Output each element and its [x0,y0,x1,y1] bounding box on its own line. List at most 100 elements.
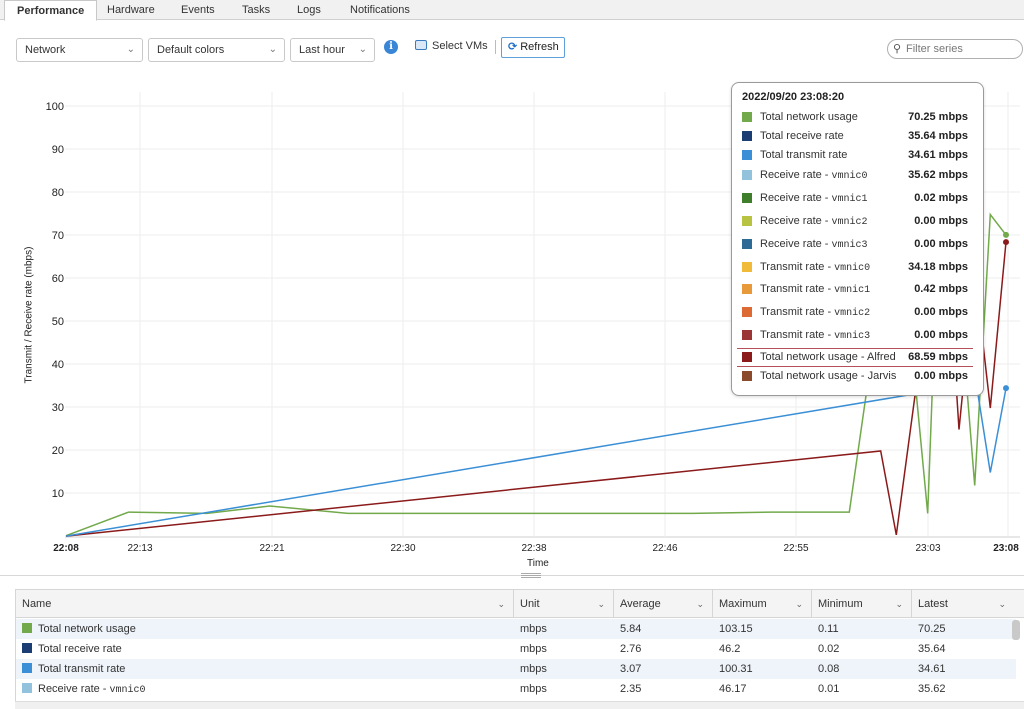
tooltip-series-name: Transmit rate - vmnic3 [760,329,871,342]
tooltip-row: Receive rate - vmnic2 0.00 mbps [742,213,978,229]
chevron-down-icon: ⌄ [268,44,277,55]
metric-select-value: Network [25,44,66,56]
series-swatch [742,307,752,317]
cell-average: 3.07 [620,663,642,675]
series-swatch [22,643,32,653]
cell-maximum: 100.31 [719,663,753,675]
filter-series-placeholder: Filter series [906,43,963,55]
time-range-select[interactable]: Last hour ⌄ [290,38,375,62]
table-scrollbar[interactable] [1012,620,1020,640]
column-header-unit[interactable]: Unit ⌄ [514,590,614,618]
chevron-down-icon: ⌄ [597,599,605,609]
y-tick: 90 [52,144,64,156]
tab-hardware[interactable]: Hardware [107,0,155,20]
color-select-value: Default colors [157,44,225,56]
y-tick: 40 [52,359,64,371]
cell-latest: 35.64 [918,643,946,655]
tooltip-row: Total network usage - Alfred 68.59 mbps [742,349,978,365]
table-footer [15,701,1024,709]
tooltip-row: Transmit rate - vmnic3 0.00 mbps [742,327,978,343]
series-swatch [742,216,752,226]
color-select[interactable]: Default colors ⌄ [148,38,285,62]
tooltip-series-name: Receive rate - vmnic0 [760,169,868,182]
tab-notifications[interactable]: Notifications [350,0,410,20]
filter-series-input[interactable]: ⚲ Filter series [887,39,1023,59]
tooltip-series-value: 0.00 mbps [914,215,968,227]
cell-unit: mbps [520,643,547,655]
tooltip-series-name: Total transmit rate [760,149,848,161]
chevron-down-icon: ⌄ [497,599,505,609]
x-tick: 22:38 [521,543,546,554]
chevron-down-icon: ⌄ [696,599,704,609]
chart-tooltip: 2022/09/20 23:08:20 Total network usage 7… [731,82,984,396]
refresh-button[interactable]: ⟳ Refresh [501,37,565,58]
series-table: Name ⌄ Unit ⌄ Average ⌄ Maximum ⌄ Minimum ⌄ L… [15,589,1024,709]
y-axis-ticks: 10 20 30 40 50 60 70 80 90 100 [46,101,64,500]
table-row[interactable]: Total network usage mbps 5.84 103.15 0.1… [16,619,1016,639]
series-swatch [742,193,752,203]
refresh-label: Refresh [520,41,559,53]
series-swatch [742,284,752,294]
tooltip-series-name: Transmit rate - vmnic1 [760,283,871,296]
panel-splitter[interactable] [0,575,1024,576]
tab-tasks[interactable]: Tasks [242,0,270,20]
tooltip-series-value: 0.00 mbps [914,370,968,382]
series-swatch [742,150,752,160]
column-header-minimum[interactable]: Minimum ⌄ [812,590,912,618]
cell-average: 5.84 [620,623,642,635]
cell-minimum: 0.01 [818,683,840,695]
column-header-average[interactable]: Average ⌄ [614,590,713,618]
series-swatch [742,170,752,180]
tooltip-series-name: Receive rate - vmnic1 [760,192,868,205]
column-header-latest[interactable]: Latest ⌄ [912,590,1024,618]
tooltip-series-value: 0.02 mbps [914,192,968,204]
series-swatch [742,112,752,122]
tab-events[interactable]: Events [181,0,215,20]
column-header-maximum[interactable]: Maximum ⌄ [713,590,812,618]
toolbar-divider [495,40,496,54]
x-axis-label: Time [527,558,549,569]
series-point [1003,231,1009,238]
chevron-down-icon: ⌄ [998,599,1006,609]
cell-latest: 34.61 [918,663,946,675]
tooltip-series-name: Transmit rate - vmnic2 [760,306,871,319]
series-swatch [742,239,752,249]
series-swatch [22,683,32,693]
tooltip-series-name: Receive rate - vmnic2 [760,215,868,228]
cell-name: Total network usage [22,619,136,639]
table-row[interactable]: Total transmit rate mbps 3.07 100.31 0.0… [16,659,1016,679]
cell-name: Total transmit rate [22,659,125,679]
select-vms-label: Select VMs [432,40,488,52]
tooltip-series-name: Total receive rate [760,130,844,142]
y-tick: 20 [52,445,64,457]
series-swatch [742,131,752,141]
splitter-grip-icon[interactable] [521,573,541,579]
tab-performance[interactable]: Performance [4,0,98,21]
cell-unit: mbps [520,623,547,635]
tooltip-series-value: 34.61 mbps [908,149,968,161]
chevron-down-icon: ⌄ [895,599,903,609]
cell-minimum: 0.08 [818,663,840,675]
cell-latest: 35.62 [918,683,946,695]
y-tick: 60 [52,273,64,285]
y-tick: 80 [52,187,64,199]
x-tick: 23:03 [915,543,940,554]
select-vms-button[interactable]: Select VMs [415,40,488,56]
refresh-icon: ⟳ [508,41,518,53]
x-tick: 22:13 [127,543,152,554]
table-row[interactable]: Receive rate - vmnic0 mbps 2.35 46.17 0.… [16,679,1016,699]
column-header-name[interactable]: Name ⌄ [16,590,514,618]
metric-select[interactable]: Network ⌄ [16,38,143,62]
series-swatch [742,262,752,272]
table-row[interactable]: Total receive rate mbps 2.76 46.2 0.02 3… [16,639,1016,659]
y-tick: 70 [52,230,64,242]
x-axis-ticks: 22:08 22:13 22:21 22:30 22:38 22:46 22:5… [53,543,1019,554]
info-icon[interactable]: i [384,40,398,54]
tooltip-row: Receive rate - vmnic1 0.02 mbps [742,190,978,206]
tab-bar: Performance Hardware Events Tasks Logs N… [0,0,1024,21]
tooltip-row: Transmit rate - vmnic1 0.42 mbps [742,281,978,297]
x-tick: 22:46 [652,543,677,554]
cell-minimum: 0.02 [818,643,840,655]
tooltip-series-name: Transmit rate - vmnic0 [760,261,871,274]
tab-logs[interactable]: Logs [297,0,321,20]
